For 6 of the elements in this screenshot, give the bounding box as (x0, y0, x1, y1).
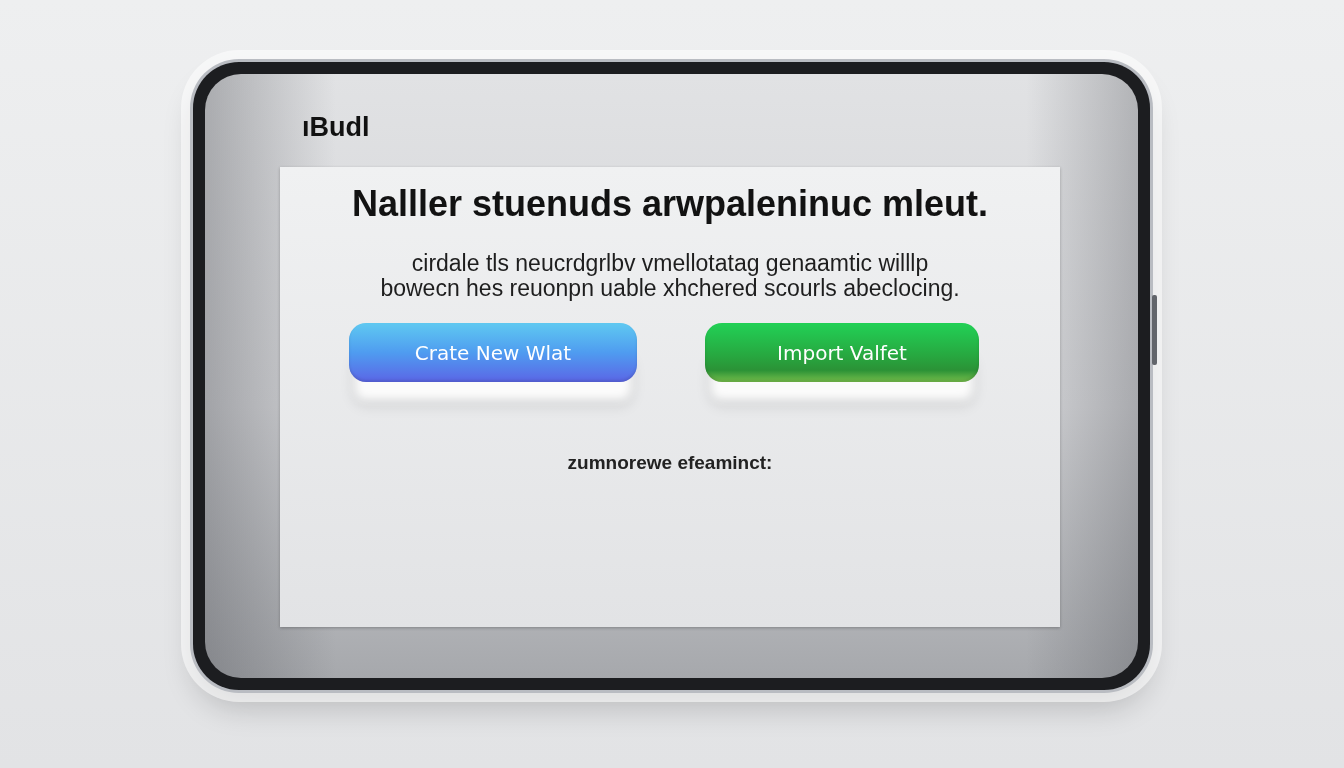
wallet-button[interactable]: Crate New Wlat (349, 323, 637, 382)
footnote-text: zumnorewe efeaminct: (567, 452, 773, 474)
wallet-button[interactable]: Import Valfet (705, 323, 979, 382)
app-logo: ıBudl (302, 112, 370, 142)
card-description: cirdale tls neucrdgrlbv vmellotatag genaamtic willlp bowecn hes reuonpn uable xhchered scourls abeclocing. (380, 251, 960, 301)
card-title: Nalller stuenuds arwpaleninuc mleut. (351, 183, 989, 225)
